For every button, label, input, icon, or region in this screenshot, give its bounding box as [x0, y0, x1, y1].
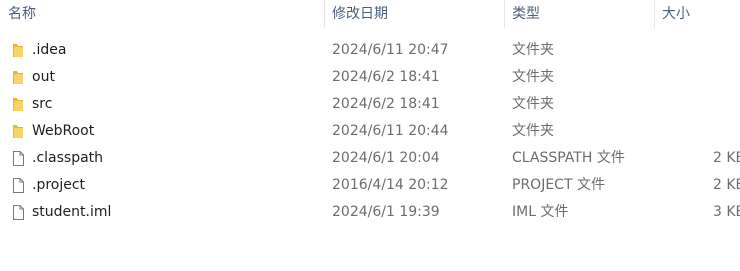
list-item[interactable]: out 2024/6/2 18:41 文件夹 — [0, 64, 740, 91]
folder-icon — [10, 69, 26, 86]
file-size: 2 KB — [713, 177, 740, 193]
file-name: WebRoot — [32, 123, 95, 139]
file-modified: 2024/6/2 18:41 — [332, 69, 440, 85]
file-list: .idea 2024/6/11 20:47 文件夹 out 2024/6/2 1… — [0, 37, 740, 226]
list-item[interactable]: .classpath 2024/6/1 20:04 CLASSPATH 文件 2… — [0, 145, 740, 172]
file-icon — [10, 177, 26, 194]
file-modified: 2024/6/2 18:41 — [332, 96, 440, 112]
sort-ascending-icon: ^ — [157, 0, 165, 6]
file-modified: 2024/6/1 19:39 — [332, 204, 440, 220]
column-header-modified[interactable]: 修改日期 — [332, 0, 388, 28]
file-size: 3 KB — [713, 204, 740, 220]
column-divider[interactable] — [324, 0, 325, 28]
file-type: 文件夹 — [512, 123, 554, 139]
column-divider[interactable] — [654, 0, 655, 28]
list-item[interactable]: student.iml 2024/6/1 19:39 IML 文件 3 KB — [0, 199, 740, 226]
column-header-type[interactable]: 类型 — [512, 0, 540, 28]
file-type: 文件夹 — [512, 69, 554, 85]
file-name: .project — [32, 177, 86, 193]
list-item[interactable]: .idea 2024/6/11 20:47 文件夹 — [0, 37, 740, 64]
file-type: 文件夹 — [512, 96, 554, 112]
folder-icon — [10, 42, 26, 59]
list-item[interactable]: src 2024/6/2 18:41 文件夹 — [0, 91, 740, 118]
list-item[interactable]: WebRoot 2024/6/11 20:44 文件夹 — [0, 118, 740, 145]
file-name: .classpath — [32, 150, 104, 166]
file-modified: 2024/6/11 20:44 — [332, 123, 449, 139]
file-name: src — [32, 96, 53, 112]
file-type: IML 文件 — [512, 204, 569, 220]
file-type: CLASSPATH 文件 — [512, 150, 625, 166]
folder-icon — [10, 96, 26, 113]
file-modified: 2016/4/14 20:12 — [332, 177, 449, 193]
column-header-name[interactable]: 名称 — [8, 0, 36, 28]
file-icon — [10, 150, 26, 167]
file-icon — [10, 204, 26, 221]
column-header-bar: 名称 ^ 修改日期 类型 大小 — [0, 0, 740, 28]
file-modified: 2024/6/1 20:04 — [332, 150, 440, 166]
file-name: out — [32, 69, 55, 85]
file-type: 文件夹 — [512, 42, 554, 58]
file-type: PROJECT 文件 — [512, 177, 605, 193]
folder-icon — [10, 123, 26, 140]
file-size: 2 KB — [713, 150, 740, 166]
column-divider[interactable] — [504, 0, 505, 28]
column-header-size[interactable]: 大小 — [662, 0, 690, 28]
file-modified: 2024/6/11 20:47 — [332, 42, 449, 58]
file-name: .idea — [32, 42, 67, 58]
list-item[interactable]: .project 2016/4/14 20:12 PROJECT 文件 2 KB — [0, 172, 740, 199]
file-name: student.iml — [32, 204, 112, 220]
